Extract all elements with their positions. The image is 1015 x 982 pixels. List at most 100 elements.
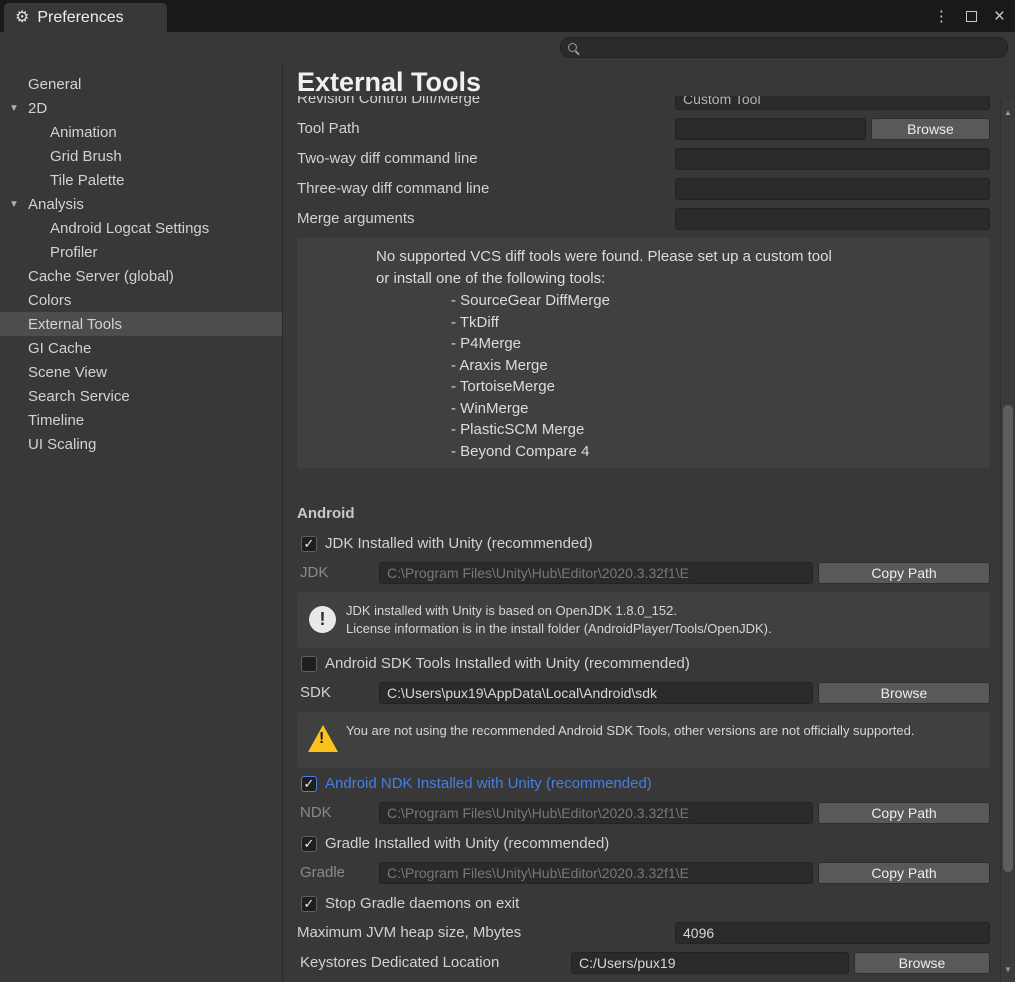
sidebar-item-label: Profiler [50, 244, 98, 261]
gradle-checkbox[interactable]: ✓ [301, 836, 317, 852]
sidebar-item-gi-cache[interactable]: GI Cache [0, 336, 282, 360]
ndk-checkbox[interactable]: ✓ [301, 776, 317, 792]
jdk-checkbox-row: ✓ JDK Installed with Unity (recommended) [284, 533, 1000, 555]
revision-control-label: Revision Control Diff/Merge [297, 96, 480, 110]
preferences-tab[interactable]: ⚙ Preferences [4, 3, 167, 32]
ndk-copy-path-button[interactable]: Copy Path [818, 802, 990, 824]
warning-icon: ! [308, 725, 338, 752]
merge-arguments-label: Merge arguments [297, 208, 415, 230]
sdk-checkbox[interactable] [301, 656, 317, 672]
revision-control-dropdown[interactable]: Custom Tool [675, 96, 990, 110]
close-icon[interactable]: × [994, 7, 1005, 26]
vcs-tool-item: - Beyond Compare 4 [451, 441, 980, 463]
vcs-help-line2: or install one of the following tools: [376, 268, 980, 290]
merge-arguments-row: Merge arguments [284, 208, 1000, 230]
preferences-sidebar: General ▼2D Animation Grid Brush Tile Pa… [0, 62, 283, 982]
sidebar-item-colors[interactable]: Colors [0, 288, 282, 312]
sidebar-item-analysis[interactable]: ▼Analysis [0, 192, 282, 216]
sidebar-item-label: General [28, 76, 81, 93]
jdk-label: JDK [300, 562, 328, 584]
gear-icon: ⚙ [15, 10, 29, 26]
sidebar-item-search-service[interactable]: Search Service [0, 384, 282, 408]
sidebar-item-profiler[interactable]: Profiler [0, 240, 282, 264]
sdk-path-field[interactable]: C:\Users\pux19\AppData\Local\Android\sdk [379, 682, 813, 704]
sidebar-item-cache-server[interactable]: Cache Server (global) [0, 264, 282, 288]
sidebar-item-animation[interactable]: Animation [0, 120, 282, 144]
gradle-path-row: Gradle C:\Program Files\Unity\Hub\Editor… [284, 862, 1000, 884]
gradle-path-field: C:\Program Files\Unity\Hub\Editor\2020.3… [379, 862, 813, 884]
sidebar-item-android-logcat-settings[interactable]: Android Logcat Settings [0, 216, 282, 240]
vcs-tool-item: - WinMerge [451, 398, 980, 420]
two-way-diff-input[interactable] [675, 148, 990, 170]
maximize-icon[interactable] [966, 11, 977, 22]
sdk-path-row: SDK C:\Users\pux19\AppData\Local\Android… [284, 682, 1000, 704]
sidebar-item-2d[interactable]: ▼2D [0, 96, 282, 120]
search-input[interactable] [560, 37, 1008, 58]
sidebar-item-general[interactable]: General [0, 72, 282, 96]
tool-path-label: Tool Path [297, 118, 360, 140]
sidebar-item-ui-scaling[interactable]: UI Scaling [0, 432, 282, 456]
checkmark-icon: ✓ [304, 836, 315, 851]
vcs-tool-item: - SourceGear DiffMerge [451, 290, 980, 312]
checkmark-icon: ✓ [304, 536, 315, 551]
sidebar-item-external-tools[interactable]: External Tools [0, 312, 282, 336]
info-icon: ! [309, 606, 336, 633]
stop-gradle-checkbox[interactable]: ✓ [301, 896, 317, 912]
sidebar-item-label: Timeline [28, 412, 84, 429]
sidebar-item-timeline[interactable]: Timeline [0, 408, 282, 432]
jvm-heap-input[interactable]: 4096 [675, 922, 990, 944]
merge-arguments-input[interactable] [675, 208, 990, 230]
sdk-label: SDK [300, 682, 331, 704]
sidebar-item-label: 2D [28, 100, 47, 117]
jdk-info-line2: License information is in the install fo… [346, 620, 970, 638]
stop-gradle-checkbox-label: Stop Gradle daemons on exit [325, 893, 519, 915]
ndk-checkbox-row: ✓ Android NDK Installed with Unity (reco… [284, 773, 1000, 795]
vcs-tool-item: - TkDiff [451, 312, 980, 334]
foldout-arrow-icon[interactable]: ▼ [9, 103, 28, 114]
scroll-up-icon[interactable]: ▲ [1001, 108, 1015, 117]
vcs-help-box: No supported VCS diff tools were found. … [297, 238, 990, 468]
foldout-arrow-icon[interactable]: ▼ [9, 199, 28, 210]
jdk-copy-path-button[interactable]: Copy Path [818, 562, 990, 584]
sidebar-item-label: Android Logcat Settings [50, 220, 209, 237]
gradle-label: Gradle [300, 862, 345, 884]
sidebar-item-label: Cache Server (global) [28, 268, 174, 285]
vertical-scrollbar[interactable]: ▲ ▼ [1000, 100, 1015, 982]
sdk-browse-button[interactable]: Browse [818, 682, 990, 704]
page-title: External Tools [297, 67, 481, 98]
jdk-checkbox-label: JDK Installed with Unity (recommended) [325, 533, 593, 555]
sdk-warning-text: You are not using the recommended Androi… [346, 722, 970, 740]
ndk-path-field: C:\Program Files\Unity\Hub\Editor\2020.3… [379, 802, 813, 824]
jdk-path-row: JDK C:\Program Files\Unity\Hub\Editor\20… [284, 562, 1000, 584]
toolbar [0, 32, 1015, 62]
sidebar-item-grid-brush[interactable]: Grid Brush [0, 144, 282, 168]
warning-exclaim: ! [319, 731, 324, 747]
jvm-heap-label: Maximum JVM heap size, Mbytes [297, 922, 521, 944]
keystores-label: Keystores Dedicated Location [300, 952, 499, 974]
tool-path-input[interactable] [675, 118, 866, 140]
keystores-input[interactable]: C:/Users/pux19 [571, 952, 849, 974]
two-way-diff-row: Two-way diff command line [284, 148, 1000, 170]
sidebar-item-scene-view[interactable]: Scene View [0, 360, 282, 384]
sidebar-item-label: UI Scaling [28, 436, 96, 453]
three-way-diff-input[interactable] [675, 178, 990, 200]
scrollbar-thumb[interactable] [1003, 405, 1013, 872]
vcs-tool-item: - PlasticSCM Merge [451, 419, 980, 441]
tool-path-row: Tool Path Browse [284, 118, 1000, 140]
checkmark-icon: ✓ [304, 776, 315, 791]
search-icon [568, 43, 577, 52]
jdk-checkbox[interactable]: ✓ [301, 536, 317, 552]
window-controls: ⋮ × [934, 0, 1005, 32]
ndk-checkbox-label: Android NDK Installed with Unity (recomm… [325, 773, 652, 795]
tool-path-browse-button[interactable]: Browse [871, 118, 990, 140]
sidebar-item-label: Analysis [28, 196, 84, 213]
gradle-checkbox-label: Gradle Installed with Unity (recommended… [325, 833, 609, 855]
sidebar-item-tile-palette[interactable]: Tile Palette [0, 168, 282, 192]
sidebar-item-label: External Tools [28, 316, 122, 333]
kebab-menu-icon[interactable]: ⋮ [934, 7, 949, 25]
keystores-browse-button[interactable]: Browse [854, 952, 990, 974]
ndk-label: NDK [300, 802, 332, 824]
scroll-down-icon[interactable]: ▼ [1001, 965, 1015, 974]
gradle-copy-path-button[interactable]: Copy Path [818, 862, 990, 884]
sdk-checkbox-label: Android SDK Tools Installed with Unity (… [325, 653, 690, 675]
